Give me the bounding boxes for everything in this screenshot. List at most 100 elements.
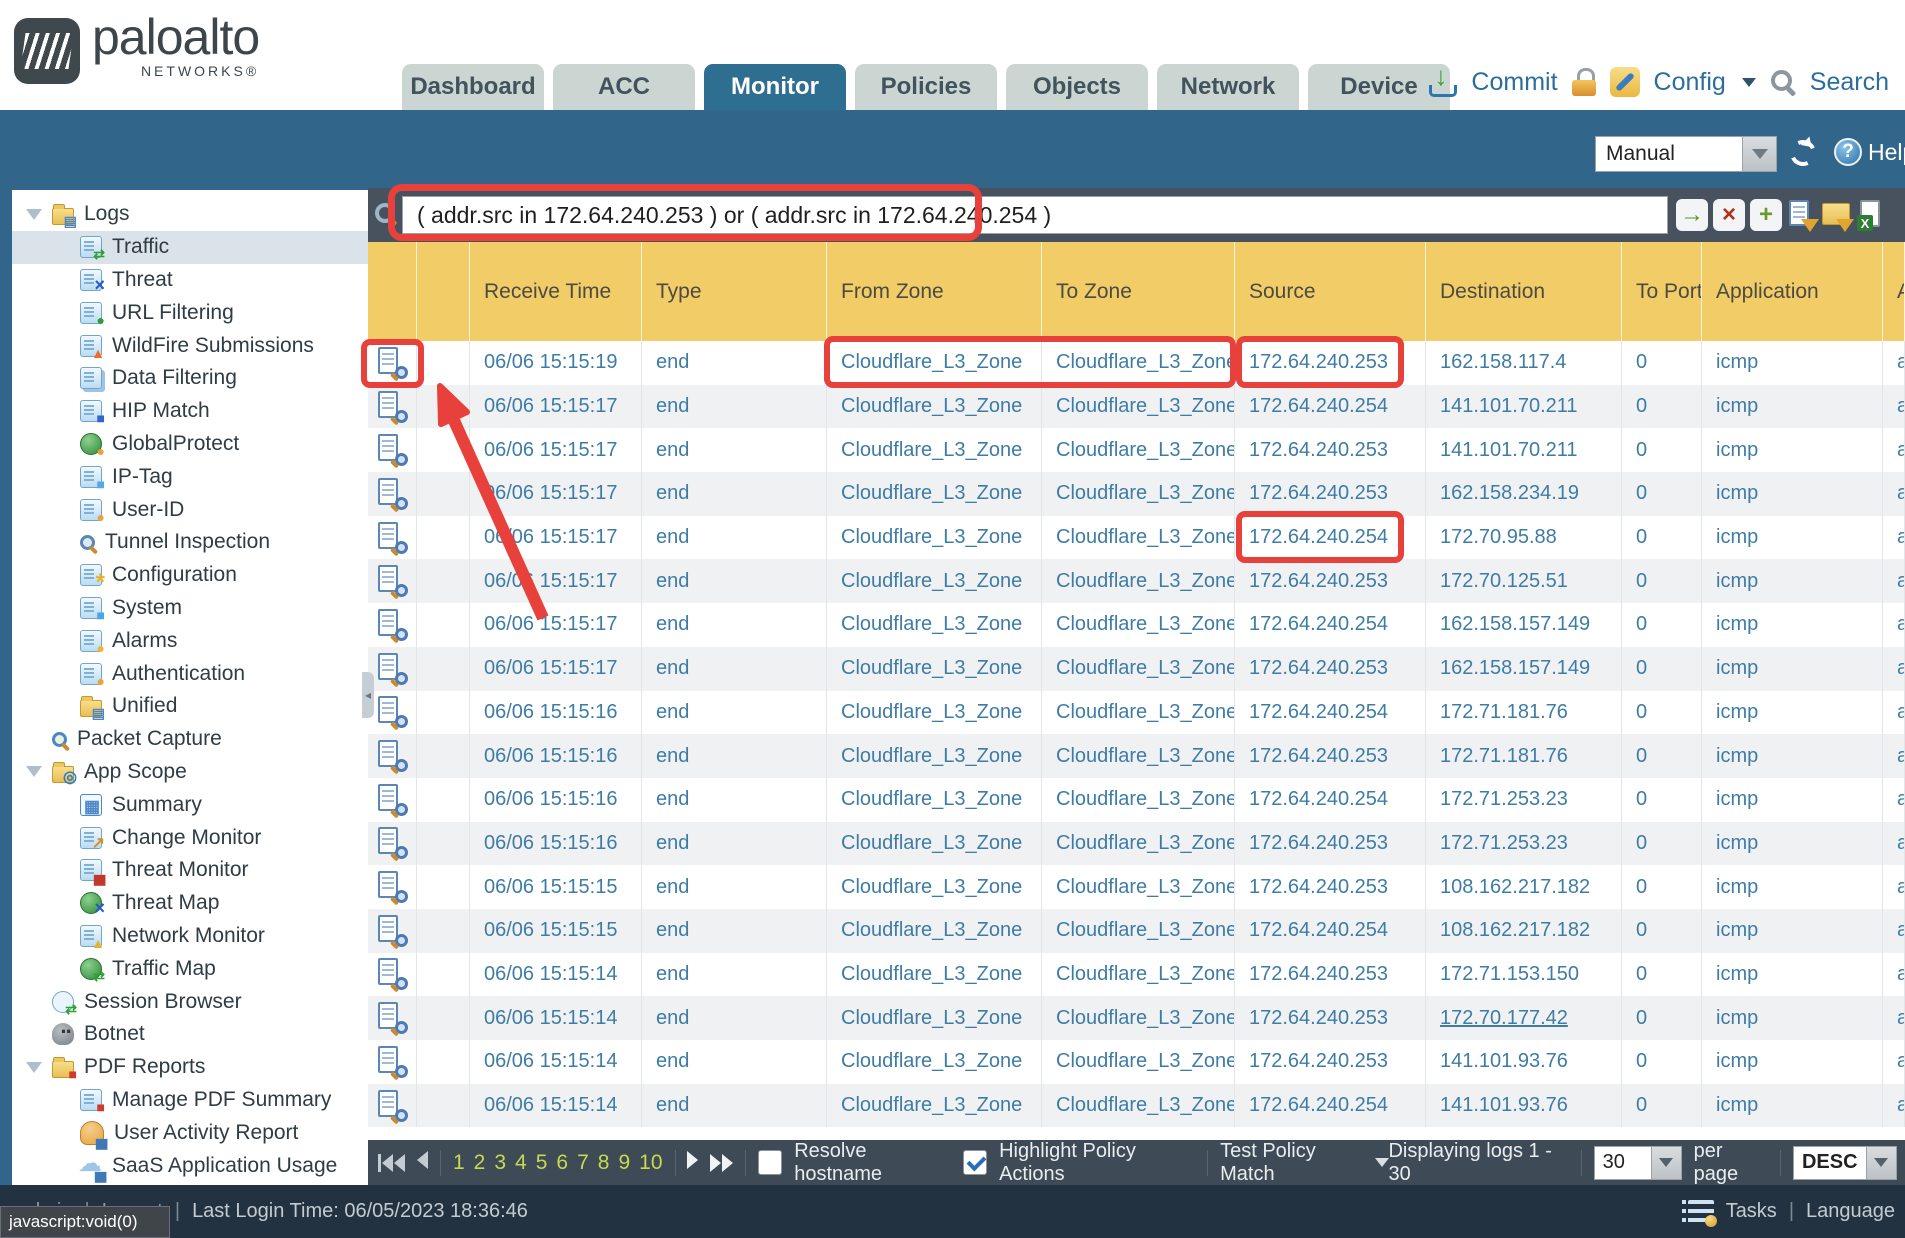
application-cell[interactable]: icmp [1716,439,1758,462]
destination-cell[interactable]: 172.71.181.76 [1440,701,1568,724]
type-cell[interactable]: end [656,657,689,680]
config-caret-icon[interactable] [1742,78,1756,87]
receive-time-cell[interactable]: 06/06 15:15:17 [484,657,617,680]
receive-time-cell[interactable]: 06/06 15:15:17 [484,526,617,549]
receive-time-cell[interactable]: 06/06 15:15:14 [484,1050,617,1073]
type-cell[interactable]: end [656,963,689,986]
destination-cell[interactable]: 141.101.70.211 [1440,439,1578,462]
page-number-7[interactable]: 7 [577,1151,589,1175]
tasks-button[interactable]: Tasks [1726,1200,1777,1223]
page-number-1[interactable]: 1 [453,1151,465,1175]
sidebar-item-change-monitor[interactable]: Change Monitor [12,821,368,854]
action-cell[interactable]: allow [1897,1094,1905,1117]
source-cell[interactable]: 172.64.240.253 [1249,1007,1388,1030]
source-cell[interactable]: 172.64.240.253 [1249,1050,1388,1073]
log-detail-icon[interactable] [378,958,406,990]
source-cell[interactable]: 172.64.240.254 [1249,613,1388,636]
first-page-button[interactable] [378,1154,405,1172]
from-zone-cell[interactable]: Cloudflare_L3_Zone [841,1094,1022,1117]
action-cell[interactable]: allow [1897,613,1905,636]
action-cell[interactable]: allow [1897,1050,1905,1073]
page-number-5[interactable]: 5 [536,1151,548,1175]
to-zone-cell[interactable]: Cloudflare_L3_Zone [1056,526,1235,549]
destination-cell[interactable]: 172.71.253.23 [1440,832,1568,855]
action-cell[interactable]: allow [1897,788,1905,811]
language-button[interactable]: Language [1806,1200,1895,1223]
sidebar-item-authentication[interactable]: Authentication [12,657,368,690]
source-cell[interactable]: 172.64.240.253 [1249,745,1388,768]
destination-cell[interactable]: 172.70.125.51 [1440,570,1568,593]
log-detail-icon[interactable] [378,565,406,597]
receive-time-cell[interactable]: 06/06 15:15:17 [484,395,617,418]
log-detail-icon[interactable] [378,347,406,379]
to-zone-cell[interactable]: Cloudflare_L3_Zone [1056,788,1235,811]
to-port-cell[interactable]: 0 [1636,876,1647,899]
log-detail-icon[interactable] [378,915,406,947]
to-port-cell[interactable]: 0 [1636,1094,1647,1117]
action-cell[interactable]: allow [1897,832,1905,855]
to-zone-cell[interactable]: Cloudflare_L3_Zone [1056,482,1235,505]
application-cell[interactable]: icmp [1716,919,1758,942]
destination-cell[interactable]: 172.70.177.42 [1440,1007,1568,1030]
application-cell[interactable]: icmp [1716,963,1758,986]
from-zone-cell[interactable]: Cloudflare_L3_Zone [841,526,1022,549]
sidebar-item-traffic[interactable]: Traffic [12,231,368,264]
receive-time-cell[interactable]: 06/06 15:15:19 [484,351,617,374]
application-cell[interactable]: icmp [1716,613,1758,636]
export-csv-icon[interactable]: X [1857,199,1887,231]
type-cell[interactable]: end [656,439,689,462]
sidebar-item-ip-tag[interactable]: IP-Tag [12,460,368,493]
application-cell[interactable]: icmp [1716,395,1758,418]
destination-cell[interactable]: 172.71.153.150 [1440,963,1579,986]
highlight-policy-checkbox[interactable] [963,1150,987,1175]
sidebar-item-saas-application-usage[interactable]: SaaS Application Usage [12,1149,368,1182]
from-zone-cell[interactable]: Cloudflare_L3_Zone [841,963,1022,986]
to-zone-cell[interactable]: Cloudflare_L3_Zone [1056,919,1235,942]
to-zone-cell[interactable]: Cloudflare_L3_Zone [1056,1094,1235,1117]
resolve-hostname-checkbox[interactable] [758,1150,782,1175]
source-cell[interactable]: 172.64.240.254 [1249,788,1388,811]
to-zone-cell[interactable]: Cloudflare_L3_Zone [1056,963,1235,986]
receive-time-cell[interactable]: 06/06 15:15:17 [484,482,617,505]
log-detail-icon[interactable] [378,1046,406,1078]
last-page-button[interactable] [710,1154,733,1172]
column-header-receive-time[interactable]: Receive Time [470,242,642,341]
type-cell[interactable]: end [656,482,689,505]
page-number-6[interactable]: 6 [556,1151,568,1175]
to-zone-cell[interactable]: Cloudflare_L3_Zone [1056,439,1235,462]
filter-builder-icon[interactable] [1787,199,1817,231]
application-cell[interactable]: icmp [1716,657,1758,680]
destination-cell[interactable]: 141.101.93.76 [1440,1094,1568,1117]
to-port-cell[interactable]: 0 [1636,570,1647,593]
sidebar-collapse-handle[interactable]: ◂ [362,672,374,718]
to-zone-cell[interactable]: Cloudflare_L3_Zone [1056,395,1235,418]
from-zone-cell[interactable]: Cloudflare_L3_Zone [841,919,1022,942]
application-cell[interactable]: icmp [1716,1094,1758,1117]
action-cell[interactable]: allow [1897,351,1905,374]
sidebar-item-app-scope[interactable]: App Scope [12,756,368,789]
type-cell[interactable]: end [656,745,689,768]
sidebar-item-session-browser[interactable]: Session Browser [12,985,368,1018]
to-zone-cell[interactable]: Cloudflare_L3_Zone [1056,701,1235,724]
application-cell[interactable]: icmp [1716,570,1758,593]
column-header-destination[interactable]: Destination [1426,242,1622,341]
to-zone-cell[interactable]: Cloudflare_L3_Zone [1056,1050,1235,1073]
to-zone-cell[interactable]: Cloudflare_L3_Zone [1056,351,1235,374]
to-port-cell[interactable]: 0 [1636,351,1647,374]
action-cell[interactable]: allow [1897,482,1905,505]
column-header-from-zone[interactable]: From Zone [827,242,1042,341]
from-zone-cell[interactable]: Cloudflare_L3_Zone [841,657,1022,680]
to-zone-cell[interactable]: Cloudflare_L3_Zone [1056,745,1235,768]
add-filter-button[interactable]: + [1750,199,1782,231]
tab-monitor[interactable]: Monitor [704,64,846,110]
page-number-3[interactable]: 3 [494,1151,506,1175]
application-cell[interactable]: icmp [1716,1050,1758,1073]
source-cell[interactable]: 172.64.240.253 [1249,657,1388,680]
receive-time-cell[interactable]: 06/06 15:15:17 [484,570,617,593]
to-port-cell[interactable]: 0 [1636,395,1647,418]
destination-cell[interactable]: 172.71.253.23 [1440,788,1568,811]
from-zone-cell[interactable]: Cloudflare_L3_Zone [841,701,1022,724]
receive-time-cell[interactable]: 06/06 15:15:16 [484,788,617,811]
from-zone-cell[interactable]: Cloudflare_L3_Zone [841,745,1022,768]
source-cell[interactable]: 172.64.240.253 [1249,963,1388,986]
